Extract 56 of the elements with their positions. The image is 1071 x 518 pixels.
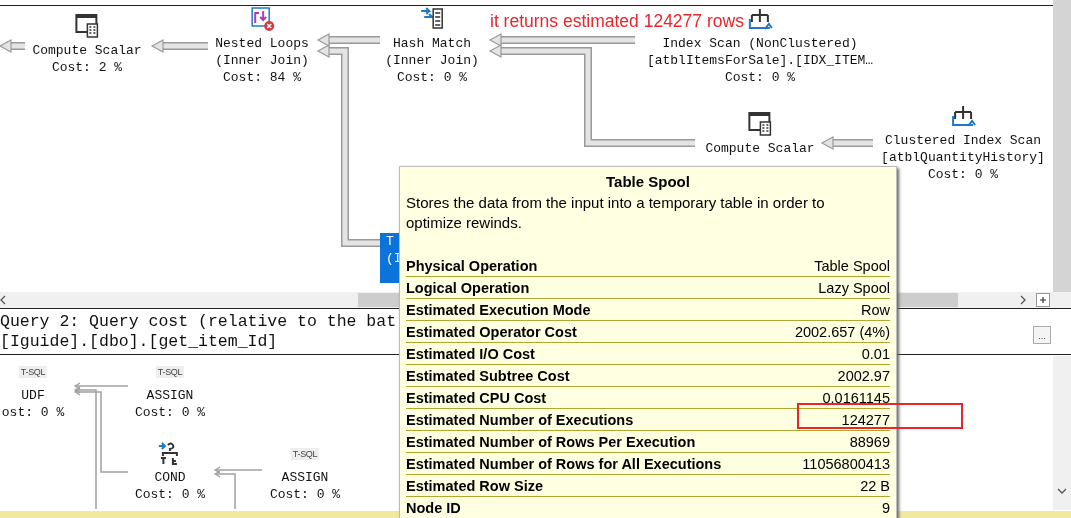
property-value: 11056800413 bbox=[802, 455, 890, 472]
tsql-badge: T-SQL bbox=[290, 448, 320, 460]
property-label: Estimated Number of Rows Per Execution bbox=[406, 433, 696, 450]
property-label: Estimated Subtree Cost bbox=[406, 367, 570, 384]
tsql-badge: T-SQL bbox=[155, 366, 185, 378]
tooltip-title: Table Spool bbox=[606, 172, 690, 192]
property-label: Estimated Number of Executions bbox=[406, 411, 634, 428]
node-label: Compute Scalar bbox=[32, 42, 142, 59]
property-value: Table Spool bbox=[814, 257, 890, 274]
node-label: Cost: 0 % bbox=[134, 404, 206, 421]
node-label: Cost: 2 % bbox=[51, 59, 123, 76]
property-label: Logical Operation bbox=[406, 279, 530, 296]
node-label: Nested Loops bbox=[215, 35, 309, 52]
property-label: Estimated CPU Cost bbox=[406, 389, 547, 406]
property-label: Node ID bbox=[406, 499, 461, 516]
node-label: UDF bbox=[21, 387, 45, 404]
node-label: (Inner Join) bbox=[385, 52, 479, 69]
property-value: 2002.97 bbox=[837, 367, 890, 384]
property-value: 88969 bbox=[849, 433, 890, 450]
tooltip-description: Stores the data from the input into a temporary table in order to optimize rewinds. bbox=[406, 193, 826, 233]
property-value: 22 B bbox=[860, 477, 890, 494]
property-value: 0.0161145 bbox=[822, 389, 890, 406]
query-header: Query 2: Query cost (relative to the bat bbox=[0, 312, 397, 332]
property-value: 124277 bbox=[841, 411, 890, 428]
property-label: Physical Operation bbox=[406, 257, 538, 274]
property-value: Lazy Spool bbox=[818, 279, 890, 296]
node-label: Clustered Index Scan bbox=[885, 132, 1041, 149]
node-label: T bbox=[386, 233, 394, 250]
node-label: COND bbox=[154, 469, 186, 486]
node-label: Cost: 0 % bbox=[396, 69, 468, 86]
property-label: Estimated Execution Mode bbox=[406, 301, 591, 318]
node-label: Cost: 0 % bbox=[269, 486, 341, 503]
node-label: [atblItemsForSale].[IDX_ITEM… bbox=[646, 52, 874, 69]
annotation-text: it returns estimated 124277 rows bbox=[490, 11, 744, 32]
property-value: 9 bbox=[881, 499, 890, 516]
node-label: Cost: 0 % bbox=[927, 166, 999, 183]
tsql-badge: T-SQL bbox=[18, 366, 48, 378]
property-value: 2002.657 (4%) bbox=[794, 323, 890, 340]
node-label: ASSIGN bbox=[281, 469, 329, 486]
property-label: Estimated Operator Cost bbox=[406, 323, 577, 340]
node-label: Cost: 0 % bbox=[134, 486, 206, 503]
node-label: Index Scan (NonClustered) bbox=[662, 35, 858, 52]
node-label: ASSIGN bbox=[146, 387, 194, 404]
property-label: Estimated I/O Cost bbox=[406, 345, 535, 362]
node-label: ost: 0 % bbox=[1, 404, 65, 421]
property-label: Estimated Number of Rows for All Executions bbox=[406, 455, 722, 472]
procedure-name: [Iguide].[dbo].[get_item_Id] bbox=[0, 332, 278, 352]
node-label: Cost: 0 % bbox=[724, 69, 796, 86]
node-label: Compute Scalar bbox=[705, 140, 815, 157]
property-label: Estimated Row Size bbox=[406, 477, 543, 494]
node-label: [atblQuantityHistory] bbox=[881, 149, 1045, 166]
property-value: Row bbox=[861, 301, 890, 318]
node-label: (Inner Join) bbox=[215, 52, 309, 69]
node-label: Hash Match bbox=[393, 35, 471, 52]
property-value: 0.01 bbox=[861, 345, 890, 362]
node-label: Cost: 84 % bbox=[223, 69, 301, 86]
